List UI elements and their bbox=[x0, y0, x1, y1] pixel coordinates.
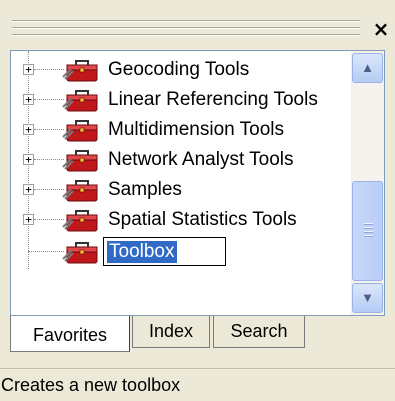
thumb-grip-line bbox=[364, 223, 373, 225]
tree-item-label: Spatial Statistics Tools bbox=[108, 209, 297, 230]
tree-item-label: Network Analyst Tools bbox=[108, 149, 294, 170]
tab-index[interactable]: Index bbox=[132, 316, 210, 348]
toolbox-icon bbox=[62, 242, 98, 264]
tree-item-new-toolbox[interactable]: Toolbox bbox=[11, 237, 351, 267]
tree-branch-line bbox=[34, 219, 64, 220]
toolbox-icon bbox=[62, 150, 98, 172]
tab-favorites[interactable]: Favorites bbox=[10, 316, 130, 352]
selected-text[interactable]: Toolbox bbox=[107, 241, 177, 263]
tree-item-label: Geocoding Tools bbox=[108, 59, 250, 80]
toolbox-icon bbox=[62, 180, 98, 202]
tree-item-label: Linear Referencing Tools bbox=[108, 89, 318, 110]
expand-icon[interactable]: + bbox=[23, 154, 34, 165]
toolbox-tree-view[interactable]: + Geocoding Tools + Linear Referencing T… bbox=[10, 50, 385, 316]
expand-icon[interactable]: + bbox=[23, 94, 34, 105]
tree-branch-line bbox=[34, 69, 64, 70]
toolbox-icon bbox=[62, 210, 98, 232]
thumb-grip-line bbox=[364, 231, 373, 233]
scroll-thumb[interactable] bbox=[352, 181, 383, 281]
chevron-down-icon: ▼ bbox=[361, 290, 374, 305]
close-icon[interactable]: × bbox=[370, 18, 392, 40]
tree-list: + Geocoding Tools + Linear Referencing T… bbox=[11, 51, 351, 315]
toolbox-icon bbox=[62, 120, 98, 142]
expand-icon[interactable]: + bbox=[23, 124, 34, 135]
toolbox-icon bbox=[62, 60, 98, 82]
tree-item-network-analyst-tools[interactable]: + Network Analyst Tools bbox=[11, 145, 351, 175]
grip-line-mid bbox=[12, 27, 360, 29]
scroll-up-button[interactable]: ▲ bbox=[352, 53, 383, 83]
expand-icon[interactable]: + bbox=[23, 184, 34, 195]
tree-item-spatial-statistics-tools[interactable]: + Spatial Statistics Tools bbox=[11, 205, 351, 235]
status-bar: Creates a new toolbox bbox=[0, 368, 395, 401]
thumb-grip-line bbox=[364, 227, 373, 229]
tree-item-label: Samples bbox=[108, 179, 182, 200]
expand-icon[interactable]: + bbox=[23, 214, 34, 225]
tree-item-multidimension-tools[interactable]: + Multidimension Tools bbox=[11, 115, 351, 145]
scroll-down-button[interactable]: ▼ bbox=[352, 283, 383, 313]
tree-branch-line bbox=[34, 159, 64, 160]
vertical-scrollbar[interactable]: ▲ ▼ bbox=[351, 51, 384, 315]
tree-item-samples[interactable]: + Samples bbox=[11, 175, 351, 205]
panel-titlebar[interactable]: × bbox=[0, 0, 395, 50]
grip-line-top bbox=[12, 20, 360, 22]
grip-line-bottom bbox=[12, 34, 360, 36]
expand-icon[interactable]: + bbox=[23, 64, 34, 75]
tree-branch-line bbox=[28, 251, 64, 252]
tree-branch-line bbox=[34, 129, 64, 130]
tree-item-label: Multidimension Tools bbox=[108, 119, 285, 140]
tree-item-linear-referencing-tools[interactable]: + Linear Referencing Tools bbox=[11, 85, 351, 115]
thumb-grip-line bbox=[364, 235, 373, 237]
rename-text-field[interactable]: Toolbox bbox=[103, 237, 226, 266]
tree-item-geocoding-tools[interactable]: + Geocoding Tools bbox=[11, 55, 351, 85]
tree-branch-line bbox=[34, 189, 64, 190]
chevron-up-icon: ▲ bbox=[361, 60, 374, 75]
tab-search[interactable]: Search bbox=[213, 316, 305, 348]
status-text: Creates a new toolbox bbox=[1, 375, 181, 395]
tree-branch-line bbox=[34, 99, 64, 100]
toolbox-icon bbox=[62, 90, 98, 112]
tab-strip: Favorites Index Search bbox=[10, 316, 385, 354]
